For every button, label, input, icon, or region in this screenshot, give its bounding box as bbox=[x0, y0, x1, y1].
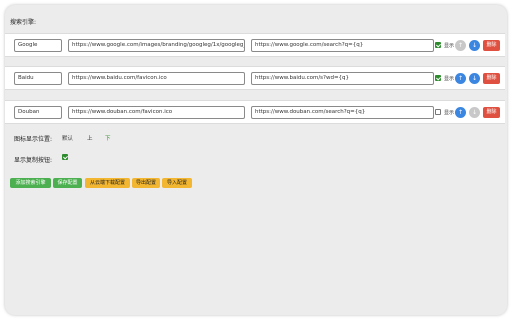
engine-name-input[interactable]: Google bbox=[14, 39, 62, 52]
arrow-up-icon[interactable]: ↑ bbox=[455, 107, 466, 118]
engine-show-label: 显示 bbox=[444, 43, 455, 49]
arrow-down-icon[interactable]: ↓ bbox=[469, 40, 480, 51]
engine-row-google: Google https://www.google.com/images/bra… bbox=[5, 33, 505, 57]
show-copy-label: 显示复制按钮: bbox=[14, 157, 53, 164]
engine-icon-url-input[interactable]: https://www.douban.com/favicon.ico bbox=[68, 106, 245, 119]
engine-icon-url-input[interactable]: https://www.google.com/images/branding/g… bbox=[68, 39, 245, 52]
section-title: 搜索引擎: bbox=[10, 19, 37, 26]
download-config-button[interactable]: 从云端下载配置 bbox=[85, 178, 130, 188]
engine-name-input[interactable]: Douban bbox=[14, 106, 62, 119]
delete-engine-button[interactable]: 删除 bbox=[483, 107, 500, 118]
delete-engine-button[interactable]: 删除 bbox=[483, 73, 500, 84]
arrow-up-icon[interactable]: ↑ bbox=[455, 40, 466, 51]
engine-show-label: 显示 bbox=[444, 110, 455, 116]
engine-name-input[interactable]: Baidu bbox=[14, 72, 62, 85]
engine-show-checkbox[interactable] bbox=[435, 75, 441, 81]
icon-position-label: 图标显示位置: bbox=[14, 136, 53, 143]
engine-row-douban: Douban https://www.douban.com/favicon.ic… bbox=[5, 100, 505, 124]
delete-engine-button[interactable]: 删除 bbox=[483, 40, 500, 51]
arrow-up-icon[interactable]: ↑ bbox=[455, 73, 466, 84]
engine-show-checkbox[interactable] bbox=[435, 109, 441, 115]
import-config-button[interactable]: 导入配置 bbox=[162, 178, 192, 188]
export-config-button[interactable]: 导出配置 bbox=[132, 178, 160, 188]
icon-position-option-bottom[interactable]: 下 bbox=[105, 134, 111, 142]
engine-search-url-input[interactable]: https://www.google.com/search?q={q} bbox=[251, 39, 434, 52]
show-copy-checkbox[interactable] bbox=[62, 154, 68, 160]
engine-search-url-input[interactable]: https://www.douban.com/search?q={q} bbox=[251, 106, 434, 119]
arrow-down-icon[interactable]: ↓ bbox=[469, 73, 480, 84]
icon-position-option-default[interactable]: 默认 bbox=[62, 134, 73, 142]
engine-show-label: 显示 bbox=[444, 76, 455, 82]
engine-search-url-input[interactable]: https://www.baidu.com/s?wd={q} bbox=[251, 72, 434, 85]
save-config-button[interactable]: 保存配置 bbox=[53, 178, 82, 188]
engine-show-checkbox[interactable] bbox=[435, 42, 441, 48]
add-engine-button[interactable]: 添加搜索引擎 bbox=[10, 178, 51, 188]
engine-row-baidu: Baidu https://www.baidu.com/favicon.ico … bbox=[5, 66, 505, 90]
icon-position-option-top[interactable]: 上 bbox=[87, 134, 93, 142]
engine-icon-url-input[interactable]: https://www.baidu.com/favicon.ico bbox=[68, 72, 245, 85]
arrow-down-icon[interactable]: ↓ bbox=[469, 107, 480, 118]
